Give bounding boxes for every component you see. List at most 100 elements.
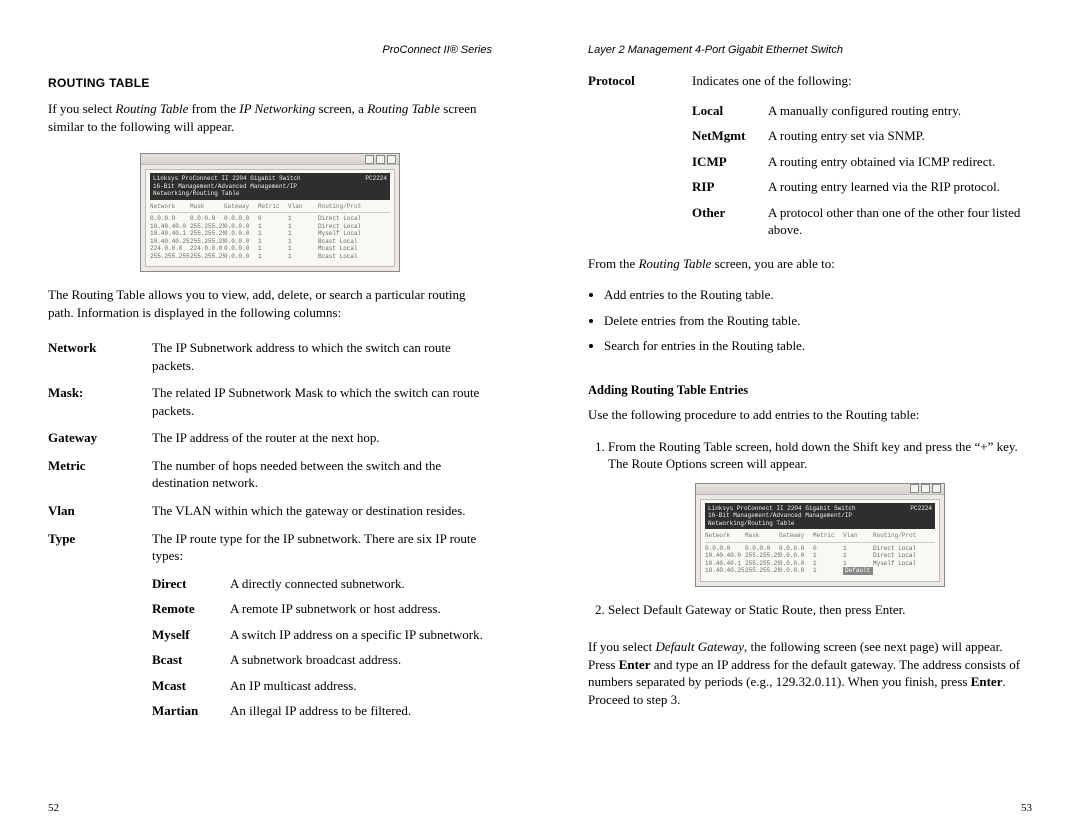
text-italic: Default Gateway [643, 602, 731, 617]
subdef-term: Mcast [152, 677, 222, 695]
text: If you select [588, 639, 656, 654]
text-italic: Routing Table [367, 101, 440, 116]
terminal-titlebar: Linksys ProConnect II 2204 Gigabit Switc… [150, 173, 390, 200]
subdef-term: Bcast [152, 651, 222, 669]
subdef-desc: A manually configured routing entry. [768, 102, 1032, 120]
def-term: Type [48, 530, 136, 720]
text: Select [608, 602, 643, 617]
window-chrome: Linksys ProConnect II 2204 Gigabit Switc… [140, 153, 400, 272]
window-max-icon [376, 155, 385, 164]
subdef-term: Local [692, 102, 760, 120]
def-term: Gateway [48, 429, 136, 447]
def-desc: The related IP Subnetwork Mask to which … [152, 384, 492, 419]
subdef-desc: An illegal IP address to be filtered. [230, 702, 492, 720]
def-desc: Indicates one of the following: Local A … [692, 72, 1032, 239]
window-titlebar [696, 484, 944, 495]
col-header: Network [150, 203, 190, 211]
terminal-title: Linksys ProConnect II 2204 Gigabit Switc… [708, 505, 906, 528]
list-item: Add entries to the Routing table. [604, 286, 1032, 304]
text: key and press the “ [878, 439, 980, 454]
text: screen will appear. [707, 456, 807, 471]
text-italic: Routing Table [116, 101, 189, 116]
def-term: Network [48, 339, 136, 374]
subdef-desc: A remote IP subnetwork or host address. [230, 600, 492, 618]
list-item: Delete entries from the Routing table. [604, 312, 1032, 330]
window-close-icon [932, 484, 941, 493]
text-bold: + [980, 439, 987, 454]
table-header-row: Network Mask Gateway Metric Vlan Routing… [150, 203, 390, 214]
text-bold: Enter [619, 657, 651, 672]
table-row: 10.40.40.1255.255.255.2550.0.0.011Myself… [705, 560, 935, 568]
subdef-term: NetMgmt [692, 127, 760, 145]
def-desc: The number of hops needed between the sw… [152, 457, 492, 492]
col-header: Gateway [224, 203, 258, 211]
text: . [902, 602, 905, 617]
subdef-term: Other [692, 204, 760, 239]
subdef-desc: A routing entry obtained via ICMP redire… [768, 153, 1032, 171]
table-body: 0.0.0.00.0.0.00.0.0.001Direct Local 10.4… [150, 215, 390, 260]
subdef-desc: A switch IP address on a specific IP sub… [230, 626, 492, 644]
protocol-subdefinitions: Local A manually configured routing entr… [692, 102, 1032, 239]
type-subdefinitions: Direct A directly connected subnetwork. … [152, 575, 492, 720]
window-max-icon [921, 484, 930, 493]
window-chrome: Linksys ProConnect II 2204 Gigabit Switc… [695, 483, 945, 587]
def-term: Protocol [588, 72, 676, 239]
text: or [731, 602, 748, 617]
subdef-desc: A routing entry set via SNMP. [768, 127, 1032, 145]
subdef-term: Myself [152, 626, 222, 644]
window-titlebar [141, 154, 399, 165]
step-2: Select Default Gateway or Static Route, … [608, 601, 1032, 619]
window-min-icon [910, 484, 919, 493]
terminal-area: Linksys ProConnect II 2204 Gigabit Switc… [145, 169, 395, 267]
text: screen, a [315, 101, 367, 116]
table-row: 224.0.0.0224.0.0.00.0.0.011Mcast Local [150, 245, 390, 253]
window-min-icon [365, 155, 374, 164]
def-desc: The IP Subnetwork address to which the s… [152, 339, 492, 374]
terminal-model: PC2224 [910, 505, 932, 528]
terminal-area: Linksys ProConnect II 2204 Gigabit Switc… [700, 499, 940, 582]
column-definitions: Network The IP Subnetwork address to whi… [48, 339, 492, 720]
window-close-icon [387, 155, 396, 164]
text-bold: Enter [875, 602, 902, 617]
page-number: 53 [1021, 802, 1032, 814]
subdef-desc: A subnetwork broadcast address. [230, 651, 492, 669]
step-1: From the Routing Table screen, hold down… [608, 438, 1032, 587]
col-header: Routing/Prot [318, 203, 360, 211]
running-head-left: ProConnect II® Series [48, 44, 492, 56]
after-shot-paragraph: The Routing Table allows you to view, ad… [48, 286, 492, 321]
def-desc: The IP route type for the IP subnetwork.… [152, 530, 492, 720]
subdef-term: RIP [692, 178, 760, 196]
text: screen, hold down the [732, 439, 853, 454]
text-bold: Enter [971, 674, 1003, 689]
terminal-titlebar: Linksys ProConnect II 2204 Gigabit Switc… [705, 503, 935, 530]
text-italic: Routing Table [639, 256, 712, 271]
def-term: Mask: [48, 384, 136, 419]
text-italic: Route Options [631, 456, 706, 471]
table-row: 0.0.0.00.0.0.00.0.0.001Direct Local [150, 215, 390, 223]
col-header: Vlan [288, 203, 318, 211]
text-italic: Routing Table [659, 439, 733, 454]
subdef-term: Remote [152, 600, 222, 618]
col-header: Metric [258, 203, 288, 211]
text: and type an IP address for the default g… [588, 657, 1020, 690]
subdef-term: Direct [152, 575, 222, 593]
def-term: Vlan [48, 502, 136, 520]
table-row: 10.40.40.255255.255.255.2550.0.0.011Bcas… [150, 238, 390, 246]
table-row: 0.0.0.00.0.0.00.0.0.001Direct Local [705, 545, 935, 553]
text: From the [588, 256, 639, 271]
subheading-adding: Adding Routing Table Entries [588, 383, 1032, 398]
col-header: Mask [190, 203, 224, 211]
subdef-term: ICMP [692, 153, 760, 171]
page-52: ProConnect II® Series ROUTING TABLE If y… [0, 0, 540, 834]
table-row: 10.40.40.1255.255.255.2550.0.0.011Myself… [150, 230, 390, 238]
table-row: 10.40.40.255255.255.255.2550.0.0.01Defau… [705, 567, 935, 575]
subdef-term: Martian [152, 702, 222, 720]
protocol-definition: Protocol Indicates one of the following:… [588, 72, 1032, 239]
text: If you select [48, 101, 116, 116]
subdef-desc: A directly connected subnetwork. [230, 575, 492, 593]
text-italic: IP Networking [239, 101, 315, 116]
text: , then press [813, 602, 875, 617]
screenshot-route-options: Linksys ProConnect II 2204 Gigabit Switc… [695, 483, 945, 587]
list-item: Search for entries in the Routing table. [604, 337, 1032, 355]
from-rt-paragraph: From the Routing Table screen, you are a… [588, 255, 1032, 273]
